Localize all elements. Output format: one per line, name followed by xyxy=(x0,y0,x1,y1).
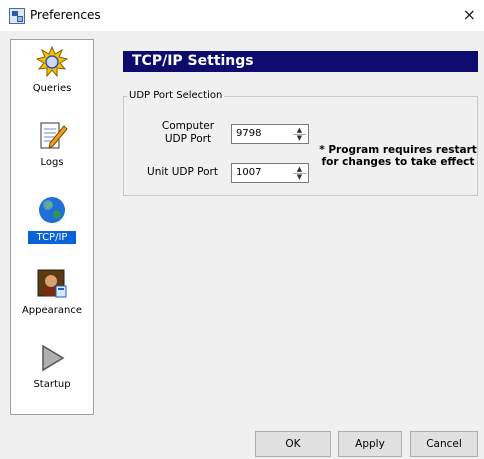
unit-udp-port-spinner[interactable]: 1007 ▲ ▼ xyxy=(231,163,309,183)
computer-udp-port-spinner[interactable]: 9798 ▲ ▼ xyxy=(231,124,309,144)
logs-notepad-icon xyxy=(40,122,68,149)
unit-udp-port-label: Unit UDP Port xyxy=(147,166,218,178)
sidebar-item-label: TCP/IP xyxy=(28,231,76,244)
spin-down-arrow-icon[interactable]: ▼ xyxy=(293,173,306,181)
queries-sun-icon xyxy=(36,46,68,78)
apply-button[interactable]: Apply xyxy=(338,431,402,457)
sidebar-item-label: Appearance xyxy=(21,305,83,316)
panel-header: TCP/IP Settings xyxy=(123,51,478,72)
sidebar-item-label: Logs xyxy=(40,157,64,168)
sidebar-item-startup[interactable]: Startup xyxy=(11,338,93,408)
globe-icon xyxy=(39,197,65,223)
close-icon[interactable]: × xyxy=(463,5,476,24)
sidebar-item-queries[interactable]: Queries xyxy=(11,42,93,112)
app-icon xyxy=(9,8,25,24)
startup-play-icon xyxy=(42,344,65,372)
restart-notice: * Program requires restart for changes t… xyxy=(319,144,477,168)
cancel-button[interactable]: Cancel xyxy=(410,431,478,457)
sidebar: Queries Logs TCP/IP Appearance Startup xyxy=(10,39,94,415)
title-bar: Preferences × xyxy=(0,0,484,31)
window-title: Preferences xyxy=(30,8,101,22)
sidebar-item-appearance[interactable]: Appearance xyxy=(11,264,93,334)
spinner-value: 1007 xyxy=(236,167,262,178)
ok-button[interactable]: OK xyxy=(255,431,331,457)
groupbox-title: UDP Port Selection xyxy=(127,90,225,101)
spinner-value: 9798 xyxy=(236,128,262,139)
sidebar-item-tcpip[interactable]: TCP/IP xyxy=(11,190,93,260)
sidebar-item-label: Startup xyxy=(33,379,71,390)
sidebar-item-logs[interactable]: Logs xyxy=(11,116,93,186)
spin-down-arrow-icon[interactable]: ▼ xyxy=(293,134,306,142)
sidebar-item-label: Queries xyxy=(32,83,72,94)
appearance-portrait-icon xyxy=(37,269,67,298)
computer-udp-port-label: Computer UDP Port xyxy=(161,120,215,145)
